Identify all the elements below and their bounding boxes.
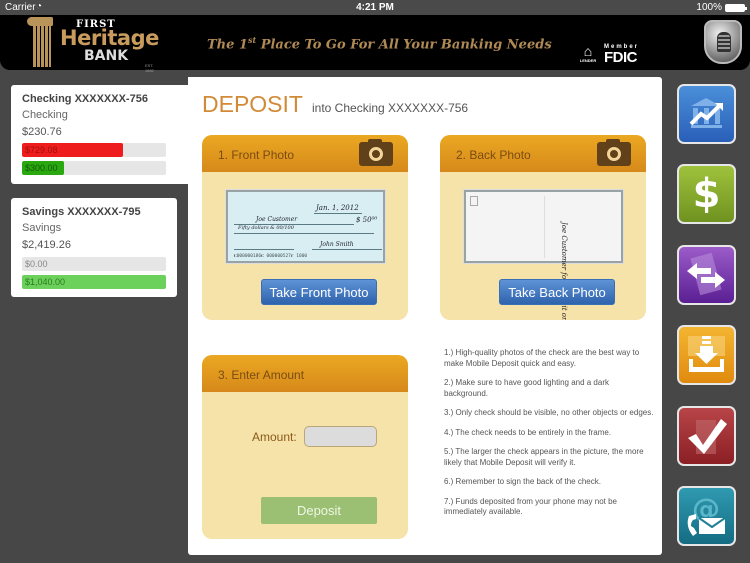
bill-pay-nav-button[interactable]: $ bbox=[677, 164, 736, 224]
status-bar: Carrier ◔ 4:21 PM 100% bbox=[0, 0, 750, 15]
logo-bank: BANK bbox=[84, 48, 129, 64]
deposit-tips: 1.) High-quality photos of the check are… bbox=[444, 348, 654, 527]
amount-label: Amount: bbox=[252, 430, 297, 444]
available-bar: $729.08 bbox=[22, 143, 166, 157]
available-bar: $0.00 bbox=[22, 257, 166, 271]
account-balance: $2,419.26 bbox=[22, 239, 71, 251]
account-card-savings[interactable]: Savings XXXXXXX-795 Savings $2,419.26 $0… bbox=[11, 198, 177, 297]
page-subtitle: into Checking XXXXXXX-756 bbox=[312, 101, 469, 115]
status-time: 4:21 PM bbox=[356, 2, 394, 13]
account-balance: $230.76 bbox=[22, 126, 62, 138]
tip-item: 1.) High-quality photos of the check are… bbox=[444, 348, 640, 368]
pending-bar: $300.00 bbox=[22, 161, 166, 175]
check-back-preview: Joe Customer for deposit only bbox=[464, 190, 623, 320]
tip-item: 5.) The larger the check appears in the … bbox=[444, 447, 644, 467]
bank-logo[interactable]: FIRST Heritage BANK EST. 1882 bbox=[27, 17, 162, 73]
fdic-logo: Member FDIC bbox=[604, 44, 640, 66]
deposit-button[interactable]: Deposit bbox=[261, 497, 377, 524]
page-title: DEPOSIT bbox=[202, 91, 303, 117]
camera-icon[interactable] bbox=[597, 139, 631, 166]
check-front-preview: Jan. 1, 2012 Joe Customer $ 50⁰⁰ Fifty d… bbox=[226, 190, 385, 263]
tagline: The 1st Place To Go For All Your Banking… bbox=[207, 35, 552, 53]
header-banner: FIRST Heritage BANK EST. 1882 The 1st Pl… bbox=[0, 15, 750, 73]
deposit-panel: DEPOSIT into Checking XXXXXXX-756 1. Fro… bbox=[188, 77, 662, 555]
enter-amount-section: 3. Enter Amount Amount: Deposit bbox=[202, 355, 408, 539]
tip-item: 3.) Only check should be visible, no oth… bbox=[444, 408, 654, 417]
transfer-arrows-icon bbox=[679, 247, 734, 303]
tip-item: 4.) The check needs to be entirely in th… bbox=[444, 427, 612, 437]
bank-growth-icon bbox=[679, 86, 734, 142]
deposit-download-icon bbox=[679, 327, 734, 383]
amount-input[interactable] bbox=[304, 426, 377, 447]
account-title: Savings XXXXXXX-795 bbox=[22, 206, 141, 218]
front-photo-header: 1. Front Photo bbox=[202, 135, 408, 172]
checkmark-icon bbox=[679, 408, 734, 464]
account-title: Checking XXXXXXX-756 bbox=[22, 93, 148, 105]
pending-bar: $1,040.00 bbox=[22, 275, 166, 289]
back-photo-header: 2. Back Photo bbox=[440, 135, 646, 172]
dollar-icon: $ bbox=[692, 171, 721, 217]
camera-icon[interactable] bbox=[359, 139, 393, 166]
pillar-icon bbox=[27, 17, 55, 67]
checklist-nav-button[interactable] bbox=[677, 406, 736, 466]
account-card-checking[interactable]: Checking XXXXXXX-756 Checking $230.76 $7… bbox=[11, 85, 191, 184]
deposit-nav-button[interactable] bbox=[677, 325, 736, 385]
contact-nav-button[interactable]: @ bbox=[677, 486, 736, 546]
battery-percent: 100% bbox=[696, 2, 722, 13]
phone-mail-icon: @ bbox=[679, 488, 734, 544]
logo-heritage: Heritage bbox=[60, 26, 159, 50]
transfer-nav-button[interactable] bbox=[677, 245, 736, 305]
back-photo-section: 2. Back Photo Joe Customer for deposit o… bbox=[440, 135, 646, 320]
enter-amount-header: 3. Enter Amount bbox=[202, 355, 408, 392]
tip-item: 6.) Remember to sign the back of the che… bbox=[444, 477, 601, 486]
take-front-photo-button[interactable]: Take Front Photo bbox=[261, 279, 377, 305]
battery-icon bbox=[725, 4, 747, 12]
tip-item: 2.) Make sure to have good lighting and … bbox=[444, 378, 609, 398]
logo-est: EST. 1882 bbox=[145, 63, 154, 73]
account-type: Savings bbox=[22, 222, 62, 234]
take-back-photo-button[interactable]: Take Back Photo bbox=[499, 279, 615, 305]
front-photo-section: 1. Front Photo Jan. 1, 2012 Joe Customer… bbox=[202, 135, 408, 320]
tip-item: 7.) Funds deposited from your phone may … bbox=[444, 496, 617, 517]
account-type: Checking bbox=[22, 109, 68, 121]
accounts-nav-button[interactable] bbox=[677, 84, 736, 144]
equal-housing-icon: ⌂ LENDER bbox=[579, 43, 597, 63]
lock-shield-icon[interactable] bbox=[704, 20, 742, 64]
